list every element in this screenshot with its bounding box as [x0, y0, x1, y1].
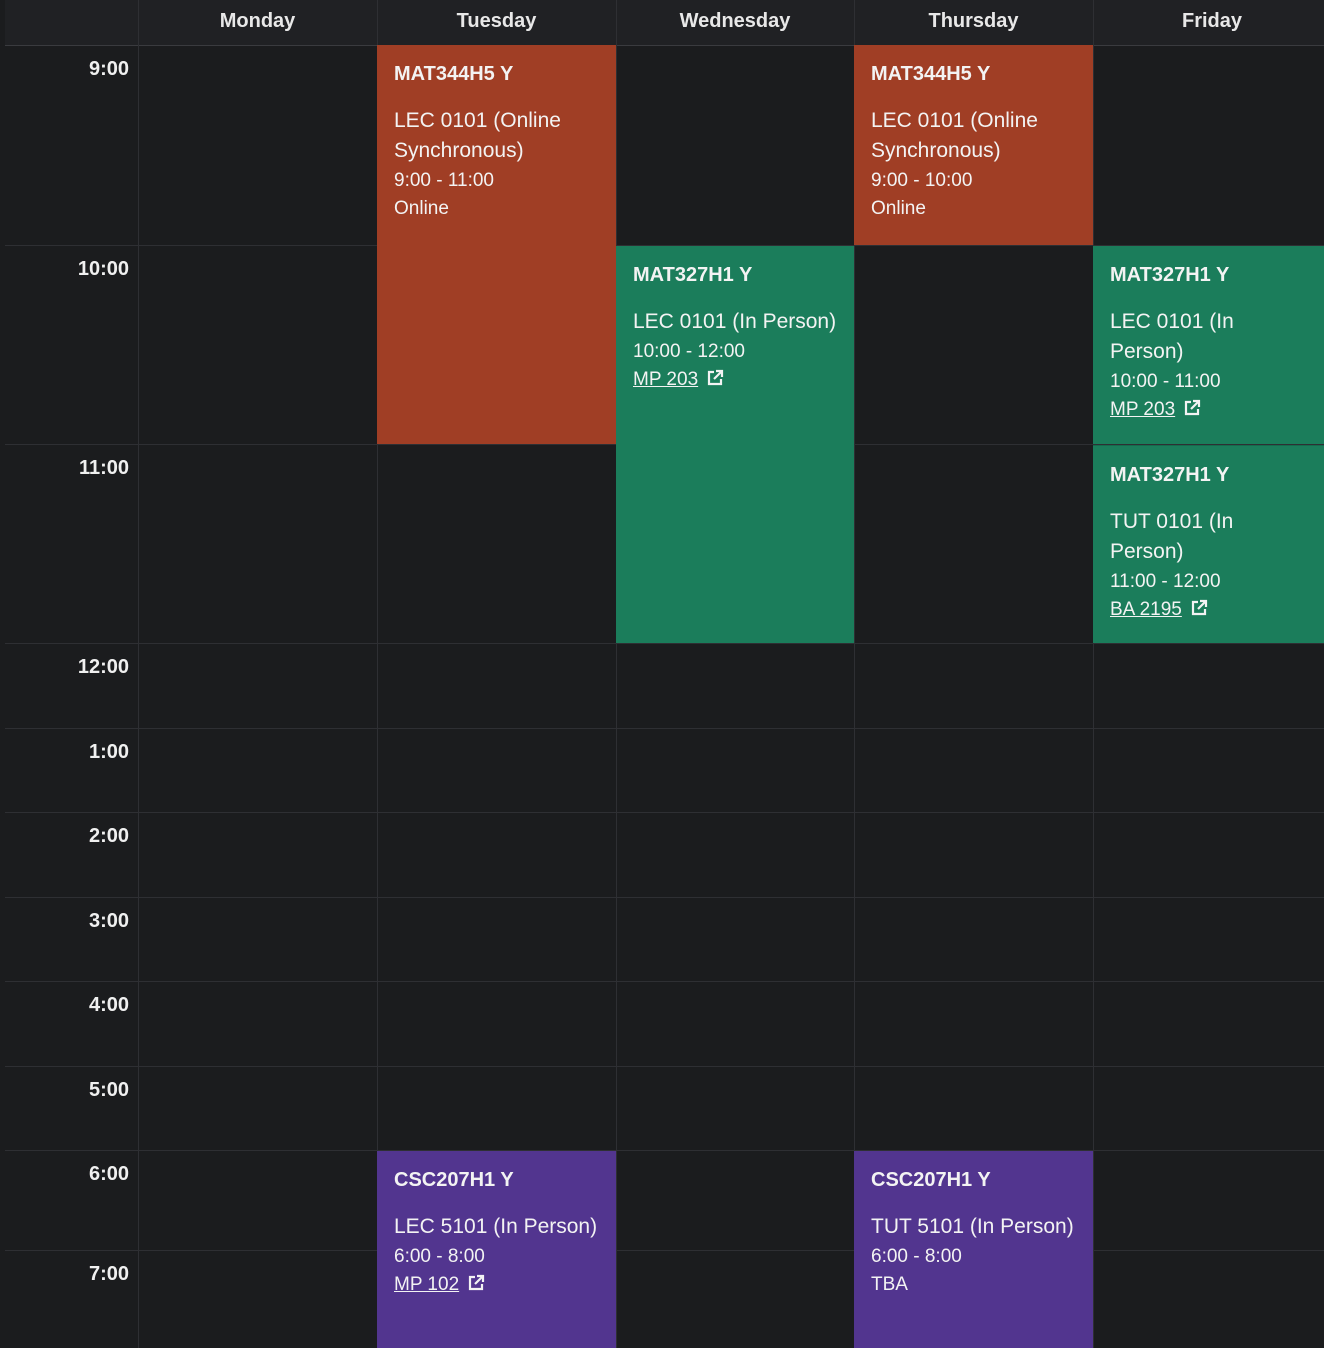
course-section: LEC 0101 (Online Synchronous): [394, 109, 561, 162]
course-location: TBA: [871, 1274, 908, 1295]
time-label: 7:00: [88, 1263, 129, 1285]
time-label: 12:00: [77, 656, 129, 678]
column-divider: [138, 0, 139, 1348]
course-block-mat327-wednesday[interactable]: MAT327H1 Y LEC 0101 (In Person) 10:00 - …: [616, 246, 854, 643]
day-header-wednesday: Wednesday: [679, 10, 791, 32]
course-code: CSC207H1 Y: [394, 1169, 514, 1191]
course-block-csc207-tuesday[interactable]: CSC207H1 Y LEC 5101 (In Person) 6:00 - 8…: [377, 1151, 616, 1348]
course-section: TUT 5101 (In Person): [871, 1215, 1074, 1238]
room-link[interactable]: MP 203: [1110, 396, 1175, 424]
course-block-mat344-tuesday[interactable]: MAT344H5 Y LEC 0101 (Online Synchronous)…: [377, 45, 616, 444]
course-code: MAT327H1 Y: [1110, 264, 1230, 286]
hour-divider: [5, 812, 1324, 813]
course-code: CSC207H1 Y: [871, 1169, 991, 1191]
external-link-icon[interactable]: [1183, 399, 1201, 417]
time-label: 5:00: [88, 1079, 129, 1101]
course-section: LEC 5101 (In Person): [394, 1215, 598, 1238]
hour-divider: [5, 1150, 1324, 1151]
day-header-friday: Friday: [1181, 10, 1243, 32]
course-location: Online: [394, 198, 449, 219]
hour-divider: [5, 643, 1324, 644]
course-section: LEC 0101 (Online Synchronous): [871, 109, 1038, 162]
day-header-row: Monday Tuesday Wednesday Thursday Friday: [5, 0, 1324, 46]
course-time: 10:00 - 12:00: [633, 341, 745, 362]
course-block-mat344-thursday[interactable]: MAT344H5 Y LEC 0101 (Online Synchronous)…: [854, 45, 1093, 245]
time-label: 10:00: [77, 258, 129, 280]
room-link[interactable]: MP 203: [633, 366, 698, 394]
course-code: MAT344H5 Y: [394, 63, 514, 85]
day-header-monday: Monday: [219, 10, 296, 32]
course-time: 9:00 - 11:00: [394, 170, 495, 191]
course-code: MAT327H1 Y: [1110, 464, 1230, 486]
course-time: 6:00 - 8:00: [871, 1246, 962, 1267]
external-link-icon[interactable]: [467, 1274, 485, 1292]
time-label: 3:00: [88, 910, 129, 932]
course-code: MAT344H5 Y: [871, 63, 991, 85]
time-label: 11:00: [78, 457, 129, 479]
course-location: Online: [871, 198, 926, 219]
column-divider: [1093, 0, 1094, 1348]
room-link[interactable]: MP 102: [394, 1271, 459, 1299]
course-section: LEC 0101 (In Person): [1110, 310, 1234, 363]
course-block-mat327-friday-tut[interactable]: MAT327H1 Y TUT 0101 (In Person) 11:00 - …: [1093, 445, 1324, 643]
time-label: 1:00: [88, 741, 129, 763]
course-block-csc207-thursday[interactable]: CSC207H1 Y TUT 5101 (In Person) 6:00 - 8…: [854, 1151, 1093, 1348]
time-label: 4:00: [88, 994, 129, 1016]
course-section: TUT 0101 (In Person): [1110, 510, 1234, 563]
course-code: MAT327H1 Y: [633, 264, 753, 286]
course-time: 6:00 - 8:00: [394, 1246, 485, 1267]
room-link[interactable]: BA 2195: [1110, 596, 1182, 624]
course-section: LEC 0101 (In Person): [633, 310, 837, 333]
hour-divider: [5, 728, 1324, 729]
day-header-tuesday: Tuesday: [456, 10, 537, 32]
external-link-icon[interactable]: [1190, 599, 1208, 617]
time-label: 9:00: [88, 58, 129, 80]
timetable-grid: Monday Tuesday Wednesday Thursday Friday…: [5, 0, 1324, 1348]
time-label: 6:00: [88, 1163, 129, 1185]
hour-divider: [5, 1066, 1324, 1067]
course-time: 9:00 - 10:00: [871, 170, 973, 191]
course-block-mat327-friday-lec[interactable]: MAT327H1 Y LEC 0101 (In Person) 10:00 - …: [1093, 246, 1324, 444]
column-divider: [616, 0, 617, 1348]
hour-divider: [5, 981, 1324, 982]
hour-divider: [5, 1250, 1324, 1251]
hour-divider: [5, 897, 1324, 898]
course-time: 11:00 - 12:00: [1110, 571, 1221, 592]
day-header-thursday: Thursday: [928, 10, 1019, 32]
external-link-icon[interactable]: [706, 369, 724, 387]
course-time: 10:00 - 11:00: [1110, 371, 1221, 392]
time-label: 2:00: [88, 825, 129, 847]
